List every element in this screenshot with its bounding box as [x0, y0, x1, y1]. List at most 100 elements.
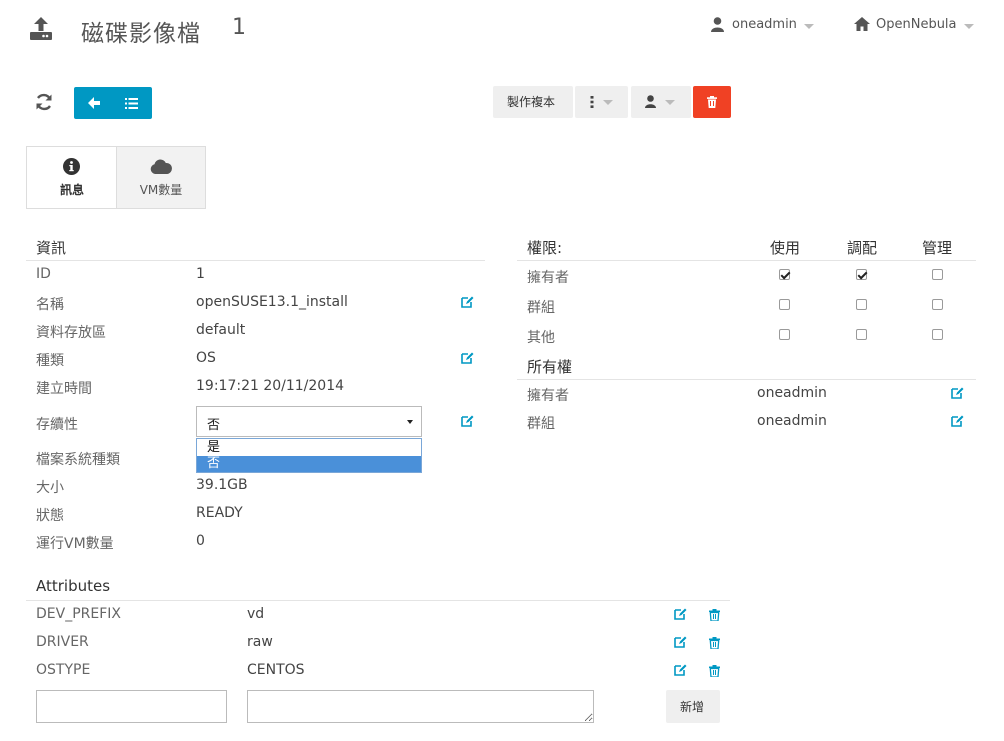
divider [26, 260, 485, 261]
chevron-down-icon [603, 100, 613, 105]
perm-other-manage-checkbox[interactable] [856, 329, 867, 340]
new-attribute-key-input[interactable] [36, 690, 227, 723]
upload-icon [29, 16, 53, 42]
refresh-button[interactable] [35, 93, 53, 111]
attributes-title: Attributes [36, 577, 111, 595]
edit-persistent-icon[interactable] [461, 415, 474, 431]
page-title: 磁碟影像檔 [81, 21, 201, 47]
chevron-down-icon [804, 24, 814, 29]
tab-info[interactable]: 訊息 [26, 146, 116, 209]
info-value-datastore: default [196, 322, 246, 338]
arrow-left-icon [88, 97, 100, 113]
trash-icon [707, 96, 717, 112]
info-value-state: READY [196, 505, 243, 521]
home-icon [854, 17, 870, 35]
user-icon [645, 95, 656, 112]
more-actions-button[interactable] [575, 86, 628, 118]
permissions-col-admin: 管理 [922, 239, 953, 257]
user-menu[interactable]: oneadmin [711, 16, 817, 36]
chevron-down-icon [665, 100, 675, 105]
ownership-label-owner: 擁有者 [527, 388, 569, 404]
info-value-id: 1 [196, 266, 205, 282]
divider [517, 379, 976, 380]
edit-type-icon[interactable] [461, 352, 474, 368]
permissions-title: 權限: [527, 239, 563, 257]
attr-key: DEV_PREFIX [36, 606, 121, 622]
perm-other-use-checkbox[interactable] [779, 329, 790, 340]
add-attribute-button[interactable]: 新增 [666, 690, 720, 723]
clone-button-label: 製作複本 [507, 95, 556, 109]
option-yes[interactable]: 是 [197, 439, 421, 456]
info-label-registered: 建立時間 [36, 381, 92, 397]
perm-label-owner: 擁有者 [527, 270, 569, 286]
chevron-down-icon [964, 24, 974, 29]
info-icon [63, 158, 80, 179]
attr-value: vd [247, 606, 265, 622]
info-label-running-vms: 運行VM數量 [36, 536, 114, 552]
perm-group-manage-checkbox[interactable] [856, 299, 867, 310]
list-icon [125, 97, 138, 113]
tab-vms-label: VM數量 [139, 183, 183, 197]
info-label-id: ID [36, 266, 51, 282]
edit-name-icon[interactable] [461, 296, 474, 312]
attr-value: raw [247, 634, 273, 650]
tab-vms[interactable]: VM數量 [116, 146, 206, 209]
info-label-persistent: 存續性 [36, 417, 78, 433]
persistent-select-value: 否 [207, 418, 221, 433]
ellipsis-vertical-icon [590, 96, 594, 112]
delete-attribute-icon[interactable] [709, 665, 720, 681]
delete-attribute-icon[interactable] [709, 637, 720, 653]
persistent-options-list: 是 否 [196, 438, 422, 473]
perm-group-use-checkbox[interactable] [779, 299, 790, 310]
add-attribute-label: 新增 [680, 700, 705, 714]
info-label-name: 名稱 [36, 297, 64, 313]
perm-label-other: 其他 [527, 330, 555, 346]
ownership-value-owner: oneadmin [757, 385, 827, 401]
edit-attribute-icon[interactable] [674, 636, 687, 652]
clone-button[interactable]: 製作複本 [493, 86, 573, 118]
tab-info-label: 訊息 [59, 183, 84, 197]
refresh-icon [36, 93, 52, 111]
cloud-icon [150, 159, 172, 178]
new-attribute-value-input[interactable] [247, 690, 594, 723]
ownership-actions-button[interactable] [631, 86, 691, 118]
divider [26, 600, 730, 601]
attr-key: DRIVER [36, 634, 89, 650]
ownership-label-group: 群組 [527, 416, 555, 432]
edit-attribute-icon[interactable] [674, 608, 687, 624]
info-label-state: 狀態 [36, 508, 64, 524]
ownership-value-group: oneadmin [757, 413, 827, 429]
back-to-list-button[interactable] [74, 87, 152, 119]
edit-group-icon[interactable] [951, 415, 964, 431]
edit-attribute-icon[interactable] [674, 664, 687, 680]
zone-menu[interactable]: OpenNebula [854, 16, 978, 36]
edit-owner-icon[interactable] [951, 387, 964, 403]
info-section-title: 資訊 [36, 239, 67, 257]
info-label-datastore: 資料存放區 [36, 325, 106, 341]
info-value-name: openSUSE13.1_install [196, 294, 348, 310]
info-value-running-vms: 0 [196, 533, 205, 549]
delete-attribute-icon[interactable] [709, 609, 720, 625]
perm-owner-manage-checkbox[interactable] [856, 269, 867, 280]
info-value-registered: 19:17:21 20/11/2014 [196, 378, 345, 394]
info-label-fstype: 檔案系統種類 [36, 452, 120, 468]
info-label-type: 種類 [36, 353, 64, 369]
option-no[interactable]: 否 [197, 456, 421, 472]
perm-owner-use-checkbox[interactable] [779, 269, 790, 280]
divider [517, 260, 976, 261]
info-value-type: OS [196, 350, 216, 366]
perm-label-group: 群組 [527, 300, 555, 316]
select-arrow-icon [407, 420, 413, 424]
attr-value: CENTOS [247, 662, 305, 678]
persistent-select[interactable]: 否 [196, 406, 422, 437]
permissions-col-use: 使用 [770, 239, 801, 257]
info-value-size: 39.1GB [196, 477, 248, 493]
permissions-col-manage: 調配 [847, 239, 878, 257]
user-icon [711, 17, 724, 36]
attr-key: OSTYPE [36, 662, 91, 678]
user-name: oneadmin [732, 17, 797, 32]
perm-other-admin-checkbox[interactable] [932, 329, 943, 340]
delete-button[interactable] [693, 86, 731, 118]
perm-owner-admin-checkbox[interactable] [932, 269, 943, 280]
perm-group-admin-checkbox[interactable] [932, 299, 943, 310]
